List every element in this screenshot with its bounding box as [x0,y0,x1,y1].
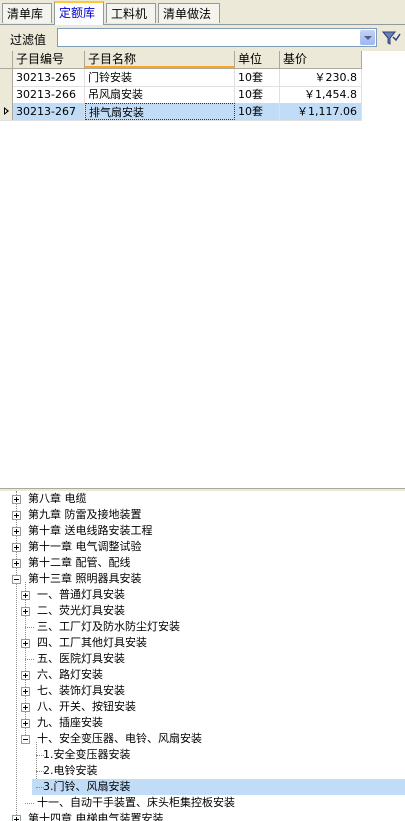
expand-icon[interactable] [21,703,30,712]
tree-node-label: 八、开关、按钮安装 [37,700,136,713]
filter-icon[interactable] [381,29,401,47]
cell-unit: 10套 [235,86,280,103]
tree-node[interactable]: 2.电铃安装 [32,763,100,779]
expand-icon[interactable] [21,687,30,696]
tree-node-label: 六、路灯安装 [37,668,103,681]
header-unit[interactable]: 单位 [235,51,280,68]
tree-node-label: 2.电铃安装 [43,764,98,777]
tree-node-label: 十一、自动干手装置、床头柜集控板安装 [37,796,235,809]
tree-node[interactable]: 第八章 电缆 [12,491,89,507]
tree-node-label: 3.门铃、风扇安装 [41,779,133,795]
tree-node-label: 第十章 送电线路安装工程 [28,524,153,537]
cell-code: 30213-267 [13,103,85,120]
tree-node[interactable]: 第十四章 电梯电气装置安装 [12,811,166,821]
tree-node[interactable]: 三、工厂灯及防水防尘灯安装 [21,619,182,635]
expand-icon[interactable] [21,671,30,680]
quota-grid: 子目编号 子目名称 单位 基价 30213-265 门铃安装 10套 ￥230.… [0,51,405,488]
tab-materials[interactable]: 工料机 [106,3,156,23]
tree-node[interactable]: 第十二章 配管、配线 [12,555,133,571]
cell-price: ￥1,454.8 [280,86,362,103]
table-row-selected[interactable]: 30213-267 排气扇安装 10套 ￥1,117.06 [0,103,362,121]
header-indicator [0,51,13,68]
tree-node[interactable]: 五、医院灯具安装 [21,651,127,667]
cell-name: 门铃安装 [85,69,235,86]
cell-name: 吊风扇安装 [85,86,235,103]
cell-code: 30213-266 [13,86,85,103]
expand-icon[interactable] [12,511,21,520]
cell-name: 排气扇安装 [85,103,235,120]
expand-icon[interactable] [21,639,30,648]
tree-node[interactable]: 第十一章 电气调整试验 [12,539,144,555]
dropdown-arrow-icon[interactable] [360,30,375,45]
tree-node-selected[interactable]: 3.门铃、风扇安装 [32,779,405,795]
cell-price: ￥1,117.06 [280,103,362,120]
expand-icon[interactable] [12,495,21,504]
tree-node[interactable]: 第十章 送电线路安装工程 [12,523,155,539]
table-row[interactable]: 30213-265 门铃安装 10套 ￥230.8 [0,69,362,87]
tab-quota-library[interactable]: 定额库 [54,1,104,25]
cell-code: 30213-265 [13,69,85,86]
tab-bill-method[interactable]: 清单做法 [158,3,220,23]
tree-node-label: 五、医院灯具安装 [37,652,125,665]
row-indicator [0,69,13,86]
collapse-icon[interactable] [12,575,21,584]
tree-node-label: 第十二章 配管、配线 [28,556,131,569]
tree-node-label: 三、工厂灯及防水防尘灯安装 [37,620,180,633]
cell-price: ￥230.8 [280,69,362,86]
tree-node-label: 九、插座安装 [37,716,103,729]
tab-bar: 清单库 定额库 工料机 清单做法 [0,0,405,25]
collapse-icon[interactable] [21,735,30,744]
tree-node-label: 第八章 电缆 [28,492,87,505]
tree-node[interactable]: 二、荧光灯具安装 [21,603,127,619]
expand-icon[interactable] [12,527,21,536]
filter-label: 过滤值 [10,33,47,47]
table-row[interactable]: 30213-266 吊风扇安装 10套 ￥1,454.8 [0,86,362,104]
expand-icon[interactable] [21,591,30,600]
header-code[interactable]: 子目编号 [13,51,85,68]
expand-icon[interactable] [21,607,30,616]
expand-icon[interactable] [12,543,21,552]
grid-header: 子目编号 子目名称 单位 基价 [0,51,362,69]
tree-node-label: 第十四章 电梯电气装置安装 [28,812,164,821]
tree-node[interactable]: 七、装饰灯具安装 [21,683,127,699]
tab-bill-library[interactable]: 清单库 [2,3,52,23]
tree-node-label: 一、普通灯具安装 [37,588,125,601]
tree-node-label: 二、荧光灯具安装 [37,604,125,617]
filter-bar: 过滤值 [0,25,405,51]
current-row-arrow-icon [0,103,13,120]
tree-node[interactable]: 第十三章 照明器具安装 [12,571,144,587]
tree-node[interactable]: 九、插座安装 [21,715,105,731]
tree-node[interactable]: 十一、自动干手装置、床头柜集控板安装 [21,795,237,811]
filter-input[interactable] [57,28,377,47]
tree-node-label: 第十三章 照明器具安装 [28,572,142,585]
tree-node-label: 1.安全变压器安装 [43,748,131,761]
tree-node[interactable]: 一、普通灯具安装 [21,587,127,603]
tree-node[interactable]: 六、路灯安装 [21,667,105,683]
row-indicator [0,86,13,103]
tree-node[interactable]: 1.安全变压器安装 [32,747,133,763]
tree-node[interactable]: 八、开关、按钮安装 [21,699,138,715]
tree-node[interactable]: 四、工厂其他灯具安装 [21,635,149,651]
header-name[interactable]: 子目名称 [85,51,235,68]
chapter-tree: 第八章 电缆 第九章 防雷及接地装置 第十章 送电线路安装工程 第十一章 电气调… [0,491,405,821]
tree-node-label: 第九章 防雷及接地装置 [28,508,142,521]
tree-node[interactable]: 第九章 防雷及接地装置 [12,507,144,523]
tree-node[interactable]: 十、安全变压器、电铃、风扇安装 [21,731,204,747]
expand-icon[interactable] [21,719,30,728]
expand-icon[interactable] [12,815,21,821]
cell-unit: 10套 [235,103,280,120]
cell-unit: 10套 [235,69,280,86]
header-price[interactable]: 基价 [280,51,362,68]
tree-node-label: 七、装饰灯具安装 [37,684,125,697]
tree-node-label: 四、工厂其他灯具安装 [37,636,147,649]
tree-node-label: 第十一章 电气调整试验 [28,540,142,553]
expand-icon[interactable] [12,559,21,568]
tree-node-label: 十、安全变压器、电铃、风扇安装 [37,732,202,745]
